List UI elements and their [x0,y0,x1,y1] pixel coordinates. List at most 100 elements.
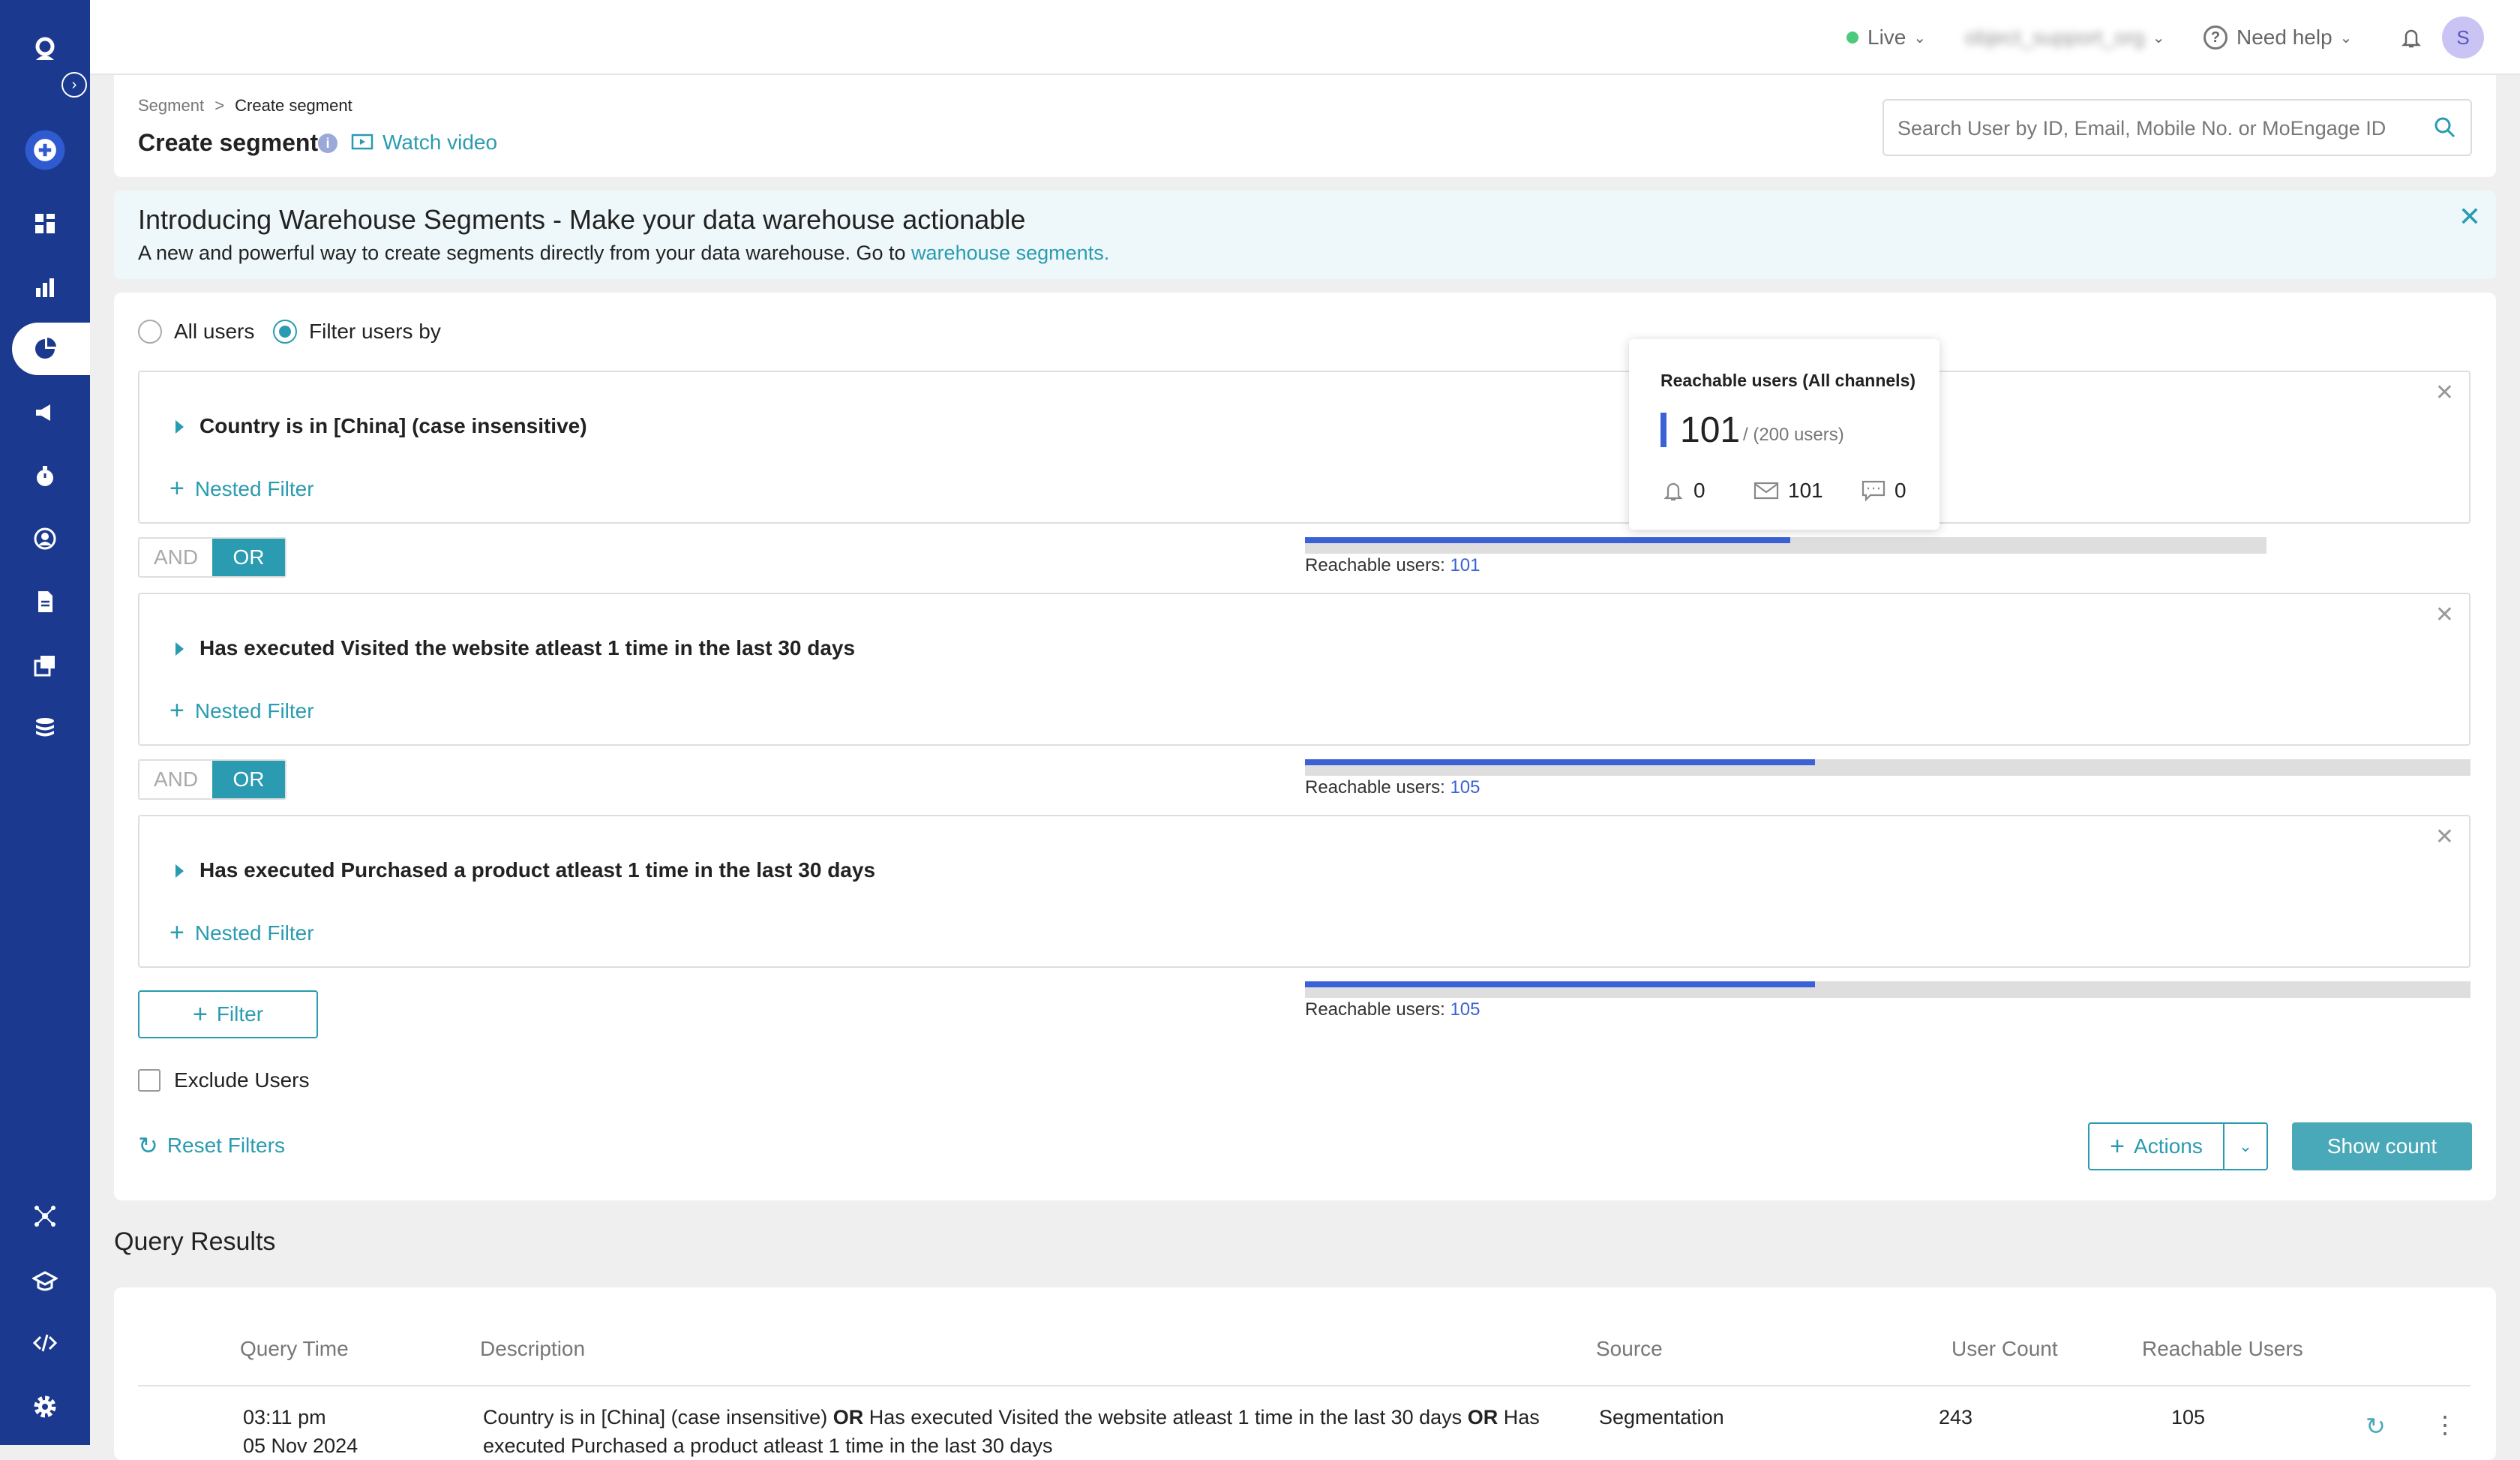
actions-dropdown-icon[interactable]: ⌄ [2224,1124,2266,1169]
remove-filter-icon[interactable]: ✕ [2435,380,2454,406]
column-header: Query Time [240,1337,349,1360]
environment-dropdown[interactable]: Live ⌄ [1846,23,1926,53]
reach-value: 101 [1450,555,1480,575]
remove-filter-icon[interactable]: ✕ [2435,602,2454,628]
segment-icon[interactable] [0,323,90,375]
actions-main[interactable]: + Actions [2090,1124,2224,1169]
reach-value: 105 [1450,999,1480,1020]
create-icon[interactable] [0,124,90,176]
add-filter-label: Filter [216,1002,264,1026]
remove-filter-icon[interactable]: ✕ [2435,824,2454,850]
nested-filter-label: Nested Filter [194,921,314,945]
query-source: Segmentation [1599,1406,1724,1428]
expand-sidebar-icon[interactable]: › [62,72,87,98]
live-status-dot [1846,32,1858,44]
templates-icon[interactable] [0,639,90,692]
tooltip-total: / (200 users) [1743,425,1844,445]
email-reach: 101 [1754,479,1823,503]
desc-part: Has executed Visited the website atleast… [868,1406,1462,1428]
plus-icon: + [170,696,184,725]
watch-video-link[interactable]: Watch video [351,131,497,155]
settings-icon[interactable] [0,1380,90,1433]
or-option[interactable]: OR [212,539,285,576]
reach-label: Reachable users: [1305,777,1445,798]
table-divider [138,1385,2470,1386]
expand-filter-icon[interactable] [176,642,184,656]
column-header: User Count [1952,1337,2058,1360]
show-count-button[interactable]: Show count [2292,1122,2472,1170]
page-title: Create segment [138,129,319,156]
table-row[interactable]: 03:11 pm 05 Nov 2024 Country is in [Chin… [138,1397,2470,1457]
close-banner-icon[interactable]: ✕ [2458,201,2481,233]
data-icon[interactable] [0,701,90,754]
reset-filters-label: Reset Filters [166,1134,285,1157]
workspace-dropdown[interactable]: object_support_org ⌄ [1965,23,2165,53]
user-count: 243 [1938,1406,1972,1428]
notifications-bell-icon[interactable] [2400,23,2422,53]
checkbox-icon [138,1069,160,1092]
dashboard-icon[interactable] [0,197,90,250]
search-icon[interactable] [2433,116,2457,140]
and-option[interactable]: AND [140,761,212,798]
filter-block[interactable]: Has executed Visited the website atleast… [138,593,2470,746]
reachable-users-count: 105 [2170,1406,2205,1428]
radio-all-users-label: All users [174,320,255,343]
user-search-input[interactable]: Search User by ID, Email, Mobile No. or … [1882,99,2472,156]
filter-condition[interactable]: Has executed Purchased a product atleast… [200,858,875,882]
info-icon[interactable]: i [318,134,338,153]
actions-button[interactable]: + Actions ⌄ [2088,1122,2268,1170]
reset-filters-button[interactable]: ↻ Reset Filters [138,1131,285,1160]
and-or-toggle[interactable]: AND OR [138,759,286,800]
filter-block[interactable]: Has executed Purchased a product atleast… [138,815,2470,968]
and-or-toggle[interactable]: AND OR [138,537,286,578]
add-filter-button[interactable]: + Filter [138,990,318,1038]
flows-icon[interactable] [0,450,90,503]
or-option[interactable]: OR [212,761,285,798]
reach-bar-fill [1305,537,1791,543]
exclude-users-checkbox[interactable]: Exclude Users [138,1068,310,1092]
expand-filter-icon[interactable] [176,864,184,878]
nested-filter-button[interactable]: + Nested Filter [170,696,314,725]
breadcrumb-parent[interactable]: Segment [138,96,204,115]
developer-icon[interactable] [0,1317,90,1369]
campaign-icon[interactable] [0,386,90,439]
more-options-icon[interactable]: ⋮ [2433,1410,2457,1439]
radio-all-users[interactable]: All users [138,320,254,344]
user-profile-icon[interactable] [0,512,90,565]
push-reach: 0 [1662,479,1706,503]
nested-filter-button[interactable]: + Nested Filter [170,474,314,503]
filter-block[interactable]: Country is in [China] (case insensitive)… [138,371,2470,524]
plus-icon: + [170,474,184,503]
expand-filter-icon[interactable] [176,420,184,434]
nested-filter-label: Nested Filter [194,698,314,722]
and-option[interactable]: AND [140,539,212,576]
breadcrumb-current: Create segment [235,96,352,115]
reach-bar [1305,537,2266,554]
avatar[interactable]: S [2442,17,2484,59]
academy-icon[interactable] [0,1255,90,1308]
refresh-icon[interactable]: ↻ [2366,1412,2386,1440]
help-dropdown[interactable]: ? Need help ⌄ [2204,23,2352,53]
tooltip-count: 101 [1680,410,1741,450]
plus-icon: + [170,918,184,947]
column-header: Reachable Users [2142,1337,2303,1360]
logo-icon[interactable] [0,23,90,75]
analytics-icon[interactable] [0,261,90,314]
sms-count: 0 [1894,479,1906,502]
integrations-icon[interactable] [0,1190,90,1242]
query-description: Country is in [China] (case insensitive)… [483,1406,1540,1429]
banner-text: A new and powerful way to create segment… [138,242,906,264]
nested-filter-button[interactable]: + Nested Filter [170,918,314,948]
refresh-icon: ↻ [138,1132,158,1159]
reachable-users-tooltip: Reachable users (All channels) 101 / (20… [1629,339,1940,530]
chevron-down-icon: ⌄ [2339,29,2353,47]
content-icon[interactable] [0,575,90,628]
query-time: 03:11 pm [243,1406,326,1428]
filter-condition[interactable]: Has executed Visited the website atleast… [200,636,855,660]
sms-icon [1862,480,1886,502]
warehouse-segments-link[interactable]: warehouse segments. [911,242,1109,264]
reachable-users-text: Reachable users: 105 [1305,999,1480,1020]
filter-condition[interactable]: Country is in [China] (case insensitive) [200,414,587,438]
radio-filter-users[interactable]: Filter users by [273,320,441,344]
watch-video-label: Watch video [382,131,498,154]
